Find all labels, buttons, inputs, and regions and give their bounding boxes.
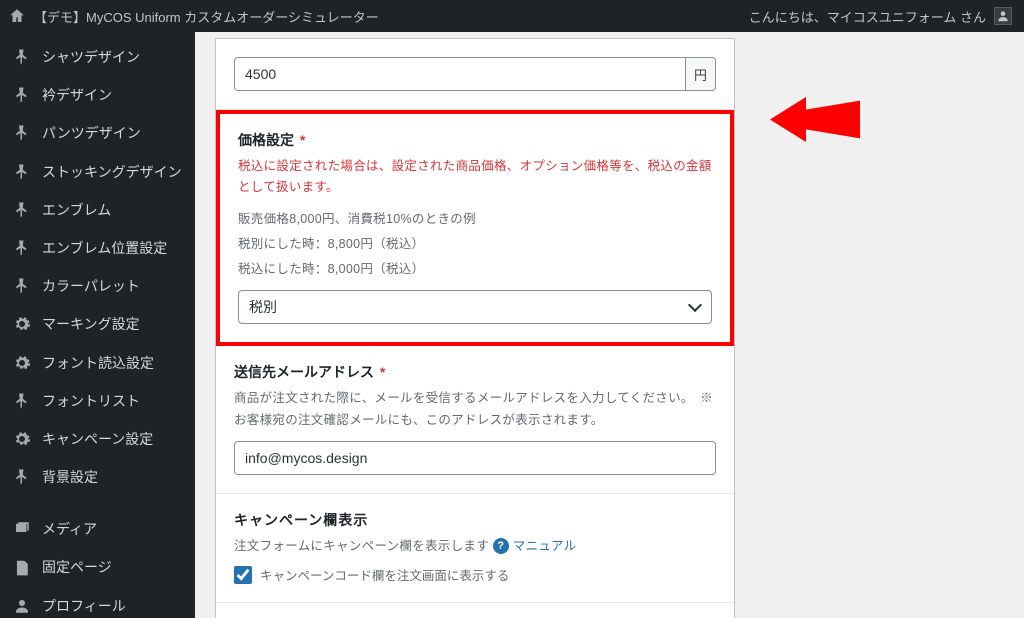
campaign-desc: 注文フォームにキャンペーン欄を表示します ? マニュアル xyxy=(234,536,716,557)
sidebar-item-label: カラーパレット xyxy=(42,277,140,295)
sidebar-item-label: パンツデザイン xyxy=(42,124,141,142)
pin-icon xyxy=(12,392,32,410)
sidebar-item[interactable]: パンツデザイン xyxy=(0,114,195,152)
pin-icon xyxy=(12,86,32,104)
section-title: 送信先メールアドレス * xyxy=(234,362,716,382)
sidebar-item-label: キャンペーン設定 xyxy=(42,430,153,448)
sidebar-item-label: シャツデザイン xyxy=(42,48,140,66)
help-icon: ? xyxy=(493,538,509,554)
adminbar: 【デモ】MyCOS Uniform カスタムオーダーシミュレーター こんにちは、… xyxy=(0,0,1024,32)
avatar[interactable] xyxy=(994,7,1012,25)
price-suffix: 円 xyxy=(686,57,716,91)
sidebar-item[interactable]: マーキング設定 xyxy=(0,305,195,343)
section-tax-setting: 価格設定 * 税込に設定された場合は、設定された商品価格、オプション価格等を、税… xyxy=(216,110,734,346)
pin-icon xyxy=(12,201,32,219)
pin-icon xyxy=(12,239,32,257)
sidebar-item-label: プロフィール xyxy=(42,597,126,615)
sidebar-item[interactable]: エンブレム位置設定 xyxy=(0,229,195,267)
tax-example-3: 税込にした時：8,000円（税込） xyxy=(238,259,712,280)
sidebar-item-label: ストッキングデザイン xyxy=(42,163,182,181)
sidebar-item-label: フォントリスト xyxy=(42,392,140,410)
tax-select[interactable]: 税別 xyxy=(238,290,712,324)
sidebar-item-label: 固定ページ xyxy=(42,558,112,576)
pin-icon xyxy=(12,468,32,486)
manual-link[interactable]: ? マニュアル xyxy=(493,536,577,557)
price-input[interactable] xyxy=(234,57,686,91)
greeting-text[interactable]: こんにちは、マイコスユニフォーム さん xyxy=(749,7,986,26)
section-email: 送信先メールアドレス * 商品が注文された際に、メールを受信するメールアドレスを… xyxy=(216,346,734,494)
sidebar-item-label: メディア xyxy=(42,520,97,538)
pin-icon xyxy=(12,48,32,66)
section-campaign: キャンペーン欄表示 注文フォームにキャンペーン欄を表示します ? マニュアル キ… xyxy=(216,494,734,603)
sidebar-item[interactable]: フォント読込設定 xyxy=(0,344,195,382)
pin-icon xyxy=(12,277,32,295)
site-title[interactable]: 【デモ】MyCOS Uniform カスタムオーダーシミュレーター xyxy=(34,7,379,26)
sidebar-item[interactable]: シャツデザイン xyxy=(0,38,195,76)
sidebar-item[interactable]: カラーパレット xyxy=(0,267,195,305)
sidebar-item-label: マーキング設定 xyxy=(42,315,140,333)
media-icon xyxy=(12,520,32,538)
sidebar-item-label: エンブレム xyxy=(42,201,111,219)
admin-sidebar: シャツデザイン衿デザインパンツデザインストッキングデザインエンブレムエンブレム位… xyxy=(0,32,195,618)
gear-icon xyxy=(12,315,32,333)
settings-postbox: 円 価格設定 * 税込に設定された場合は、設定された商品価格、オプション価格等を… xyxy=(215,38,735,618)
gear-icon xyxy=(12,354,32,372)
required-mark: * xyxy=(380,364,385,380)
tax-warning: 税込に設定された場合は、設定された商品価格、オプション価格等を、税込の金額として… xyxy=(238,156,712,199)
campaign-checkbox-label: キャンペーンコード欄を注文画面に表示する xyxy=(260,565,509,584)
tax-example-1: 販売価格8,000円、消費税10%のときの例 xyxy=(238,209,712,230)
sidebar-item[interactable]: 衿デザイン xyxy=(0,76,195,114)
campaign-checkbox[interactable] xyxy=(234,566,252,584)
page-icon xyxy=(12,559,32,577)
sidebar-item-label: 衿デザイン xyxy=(42,86,112,104)
sidebar-item[interactable]: エンブレム xyxy=(0,191,195,229)
email-input[interactable] xyxy=(234,441,716,475)
section-title-text: 価格設定 xyxy=(238,132,294,148)
sidebar-item-label: エンブレム位置設定 xyxy=(42,239,167,257)
pin-icon xyxy=(12,124,32,142)
email-desc: 商品が注文された際に、メールを受信するメールアドレスを入力してください。 ※お客… xyxy=(234,388,716,431)
sidebar-item[interactable]: プロフィール xyxy=(0,587,195,618)
section-title: 価格設定 * xyxy=(238,130,712,150)
main-content: 円 価格設定 * 税込に設定された場合は、設定された商品価格、オプション価格等を… xyxy=(195,32,1024,618)
home-icon[interactable] xyxy=(8,7,26,25)
section-counter: 注文番号カウンター この値に+1した値が、次回注文時の注文番号として保存されます… xyxy=(216,603,734,618)
sidebar-item[interactable]: ストッキングデザイン xyxy=(0,153,195,191)
campaign-checkbox-row[interactable]: キャンペーンコード欄を注文画面に表示する xyxy=(234,565,716,584)
user-icon xyxy=(12,597,32,615)
sidebar-item[interactable]: 背景設定 xyxy=(0,458,195,496)
section-title: キャンペーン欄表示 xyxy=(234,510,716,530)
sidebar-item-label: フォント読込設定 xyxy=(42,354,154,372)
sidebar-item-label: 背景設定 xyxy=(42,468,98,486)
section-title-text: 送信先メールアドレス xyxy=(234,364,374,380)
required-mark: * xyxy=(300,132,305,148)
section-price-partial: 円 xyxy=(216,39,734,110)
sidebar-item[interactable]: 固定ページ xyxy=(0,548,195,586)
sidebar-item[interactable]: キャンペーン設定 xyxy=(0,420,195,458)
gear-icon xyxy=(12,430,32,448)
tax-example-2: 税別にした時：8,800円（税込） xyxy=(238,234,712,255)
pin-icon xyxy=(12,163,32,181)
sidebar-item[interactable]: メディア xyxy=(0,510,195,548)
sidebar-item[interactable]: フォントリスト xyxy=(0,382,195,420)
